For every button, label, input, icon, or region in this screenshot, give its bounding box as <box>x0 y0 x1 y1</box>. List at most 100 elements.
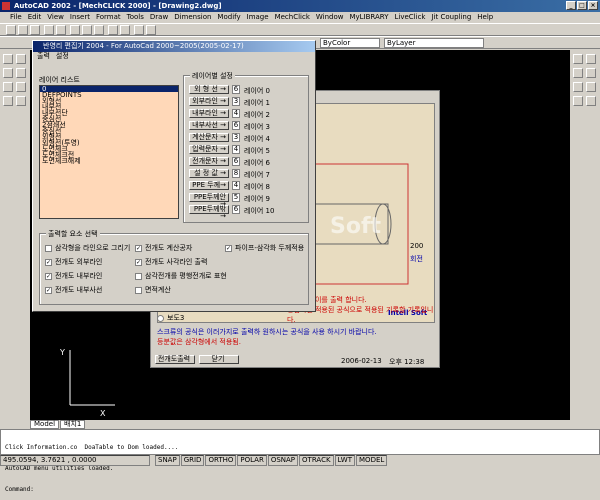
tab-settings[interactable]: 설정 <box>56 52 69 61</box>
color-number-field[interactable]: 6 <box>232 205 240 214</box>
offset-icon[interactable] <box>586 68 596 78</box>
layer-role-button[interactable]: 입력문자 → <box>189 145 229 154</box>
layer-role-button[interactable]: 내부라인 → <box>189 109 229 118</box>
color-number-field[interactable]: 6 <box>232 121 240 130</box>
color-number-field[interactable]: 4 <box>232 145 240 154</box>
color-number-field[interactable]: 4 <box>232 181 240 190</box>
menu-mechclick[interactable]: MechClick <box>275 12 310 23</box>
minimize-button[interactable]: _ <box>566 1 576 10</box>
export-drawing-button[interactable]: 전개도출력 <box>155 355 195 364</box>
option-checkbox[interactable]: 삼각전개를 평행전개로 표현 <box>135 271 227 281</box>
close-dialog-button[interactable]: 닫기 <box>199 355 239 364</box>
copy-object-icon[interactable] <box>586 54 596 64</box>
print-icon[interactable] <box>44 25 54 35</box>
rotate-icon[interactable] <box>586 82 596 92</box>
command-prompt[interactable]: Command: <box>5 486 599 493</box>
menu-mylibrary[interactable]: MyLIBRARY <box>349 12 388 23</box>
otrack-toggle[interactable]: OTRACK <box>299 455 334 466</box>
cut-icon[interactable] <box>70 25 80 35</box>
polar-toggle[interactable]: POLAR <box>237 455 267 466</box>
menu-help[interactable]: Help <box>477 12 493 23</box>
text-icon[interactable] <box>3 96 13 106</box>
layer-role-button[interactable]: PPE두께안→ <box>189 193 229 208</box>
option-checkbox[interactable]: 면적계산 <box>135 285 171 295</box>
option-checkbox[interactable]: ✓ 전개도 내부라인 <box>45 271 102 281</box>
list-item[interactable]: 도면체크해제 <box>40 158 178 165</box>
radio-option[interactable]: 보도3 <box>157 313 184 323</box>
mirror-icon[interactable] <box>573 68 583 78</box>
option-checkbox[interactable]: ✓ 전개도 내부사선 <box>45 285 102 295</box>
option-checkbox[interactable]: 삼각형을 라인으로 그리기 <box>45 243 130 253</box>
layer-listbox[interactable]: 0 DEFPOINTS 외형선 내부선 내부선단 중심선 2점쇄선 중심선 외형… <box>39 85 179 219</box>
layer-role-button[interactable]: 설 정 값 → <box>189 169 229 178</box>
layer-role-button[interactable]: PPE 두께→ <box>189 181 229 190</box>
ortho-toggle[interactable]: ORTHO <box>205 455 237 466</box>
layer-role-button[interactable]: 계산문자 → <box>189 133 229 142</box>
paste-icon[interactable] <box>94 25 104 35</box>
tab-model[interactable]: Model <box>30 420 60 429</box>
color-number-field[interactable]: 3 <box>232 97 240 106</box>
menu-jit-coupling[interactable]: Jit Coupling <box>431 12 471 23</box>
menu-insert[interactable]: Insert <box>70 12 90 23</box>
linetype-dropdown[interactable]: ByLayer <box>384 38 484 48</box>
menu-file[interactable]: File <box>10 12 22 23</box>
option-checkbox[interactable]: ✓ 전개도 사각라인 출력 <box>135 257 207 267</box>
new-icon[interactable] <box>6 25 16 35</box>
menu-edit[interactable]: Edit <box>28 12 42 23</box>
pan-icon[interactable] <box>134 25 144 35</box>
copy-icon[interactable] <box>82 25 92 35</box>
open-icon[interactable] <box>18 25 28 35</box>
layer-role-button[interactable]: 외 형 선 → <box>189 85 229 94</box>
option-checkbox[interactable]: ✓ 전개도 계산공자 <box>135 243 192 253</box>
color-number-field[interactable]: 6 <box>232 157 240 166</box>
menu-draw[interactable]: Draw <box>150 12 168 23</box>
color-number-field[interactable]: 6 <box>232 85 240 94</box>
menu-liveclick[interactable]: LiveClick <box>395 12 426 23</box>
option-checkbox[interactable]: ✓ 파이프-삼각화 두께적용 <box>225 243 304 253</box>
menu-image[interactable]: Image <box>247 12 269 23</box>
tab-layout1[interactable]: 배치1 <box>60 420 86 429</box>
undo-icon[interactable] <box>108 25 118 35</box>
model-toggle[interactable]: MODEL <box>356 455 388 466</box>
extend-icon[interactable] <box>586 96 596 106</box>
maximize-button[interactable]: □ <box>577 1 587 10</box>
menu-view[interactable]: View <box>47 12 64 23</box>
menu-format[interactable]: Format <box>96 12 121 23</box>
layer-role-button[interactable]: 내부사선 → <box>189 121 229 130</box>
lwt-toggle[interactable]: LWT <box>334 455 356 466</box>
color-dropdown[interactable]: ByColor <box>320 38 380 48</box>
command-window[interactable]: Click Information.co DoaTable to Dom loa… <box>0 429 600 493</box>
save-icon[interactable] <box>30 25 40 35</box>
move-icon[interactable] <box>573 82 583 92</box>
menu-window[interactable]: Window <box>316 12 344 23</box>
close-button[interactable]: × <box>588 1 598 10</box>
erase-icon[interactable] <box>573 54 583 64</box>
color-number-field[interactable]: 8 <box>232 169 240 178</box>
rectangle-icon[interactable] <box>3 82 13 92</box>
menu-modify[interactable]: Modify <box>217 12 240 23</box>
redo-icon[interactable] <box>120 25 130 35</box>
zoom-icon[interactable] <box>146 25 156 35</box>
color-number-field[interactable]: 3 <box>232 133 240 142</box>
dimension-icon[interactable] <box>16 96 26 106</box>
line-icon[interactable] <box>3 54 13 64</box>
grid-toggle[interactable]: GRID <box>180 455 205 466</box>
note-1: 스크류의 공식은 이러가지로 출력하 원하시는 공식을 사용 하시기 바랍니다. <box>157 328 377 336</box>
polyline-icon[interactable] <box>16 54 26 64</box>
hatch-icon[interactable] <box>16 82 26 92</box>
menu-dimension[interactable]: Dimension <box>174 12 211 23</box>
color-number-field[interactable]: 5 <box>232 193 240 202</box>
option-checkbox[interactable]: ✓ 전개도 외부라인 <box>45 257 102 267</box>
layer-role-button[interactable]: PPE두께밖→ <box>189 205 229 220</box>
tab-output[interactable]: 출력 <box>37 52 50 61</box>
circle-icon[interactable] <box>3 68 13 78</box>
trim-icon[interactable] <box>573 96 583 106</box>
arc-icon[interactable] <box>16 68 26 78</box>
snap-toggle[interactable]: SNAP <box>155 455 180 466</box>
preview-icon[interactable] <box>56 25 66 35</box>
layer-role-button[interactable]: 전개문자 → <box>189 157 229 166</box>
color-number-field[interactable]: 4 <box>232 109 240 118</box>
osnap-toggle[interactable]: OSNAP <box>267 455 299 466</box>
menu-tools[interactable]: Tools <box>127 12 144 23</box>
layer-role-button[interactable]: 외부라인 → <box>189 97 229 106</box>
